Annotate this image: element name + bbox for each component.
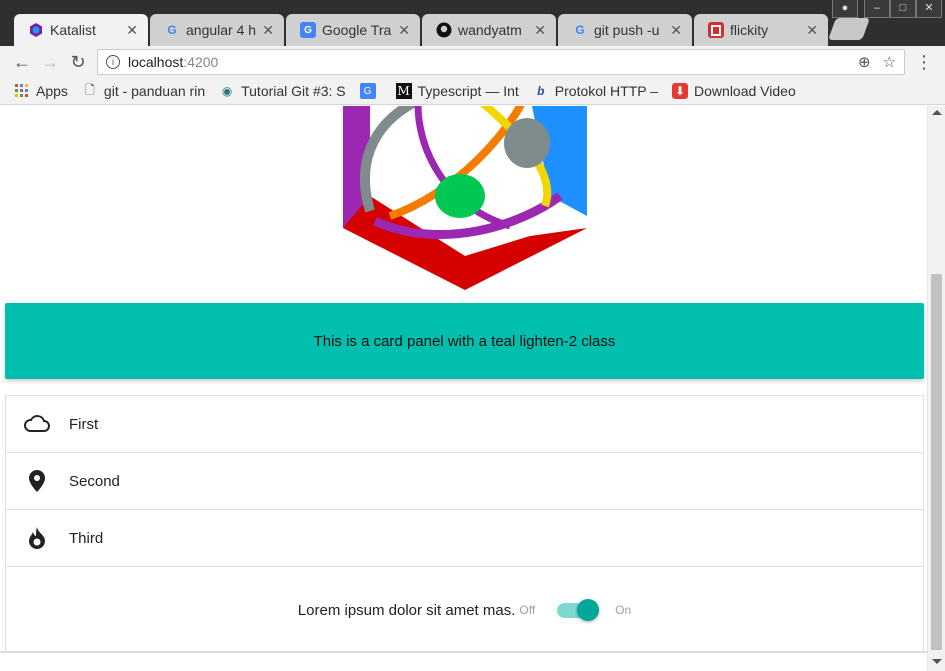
bookmark-star-icon[interactable]: ☆ <box>883 53 896 71</box>
scroll-thumb[interactable] <box>931 274 942 650</box>
apps-grid-icon <box>14 83 30 99</box>
close-icon[interactable]: ✕ <box>126 22 138 39</box>
address-bar[interactable]: i localhost:4200 ⊕ ☆ <box>97 49 905 75</box>
bookmarks-bar: Apps 🗋 git - panduan rin ◉ Tutorial Git … <box>0 78 945 105</box>
katalist-logo <box>343 106 587 290</box>
browser-toolbar: ← → ↻ i localhost:4200 ⊕ ☆ ⋮ <box>0 46 945 78</box>
page-viewport: This is a card panel with a teal lighten… <box>0 106 927 671</box>
scroll-down-arrow-icon[interactable] <box>932 659 942 664</box>
bookmark-download-video[interactable]: ⬇ Download Video <box>672 83 796 99</box>
tab-git-push[interactable]: G git push -u ✕ <box>558 14 692 46</box>
card-panel-text: This is a card panel with a teal lighten… <box>313 332 616 350</box>
tab-katalist[interactable]: Katalist ✕ <box>14 14 148 46</box>
medium-icon: M <box>395 83 412 99</box>
tab-title: Google Tra <box>322 22 392 38</box>
github-icon <box>436 22 452 38</box>
flame-icon <box>24 525 50 551</box>
zoom-icon[interactable]: ⊕ <box>858 53 871 71</box>
google-icon: G <box>575 23 585 37</box>
browser-menu-icon[interactable]: ⋮ <box>915 52 933 73</box>
google-translate-icon: G <box>359 83 376 99</box>
close-icon[interactable]: ✕ <box>398 22 410 39</box>
bookmark-protokol-http[interactable]: b Protokol HTTP – <box>533 83 658 99</box>
bookmark-label: Typescript — Int <box>417 83 519 99</box>
reload-icon[interactable]: ↻ <box>64 48 92 76</box>
cloud-icon <box>24 411 50 437</box>
list-item-label: Second <box>69 472 120 490</box>
close-icon[interactable]: ✕ <box>534 22 546 39</box>
tab-google-translate[interactable]: G Google Tra ✕ <box>286 14 420 46</box>
scroll-up-arrow-icon[interactable] <box>932 110 942 115</box>
switch-row: Lorem ipsum dolor sit amet mas. Off On <box>6 567 923 653</box>
bookmark-google-translate[interactable]: G <box>359 83 382 99</box>
globe-icon: ◉ <box>221 84 233 98</box>
bold-b-icon: b <box>537 84 545 98</box>
bookmark-label: Download Video <box>694 83 796 99</box>
window-close-icon[interactable]: ✕ <box>916 0 942 18</box>
list-item-first[interactable]: First <box>6 396 923 453</box>
bookmark-tutorial-git[interactable]: ◉ Tutorial Git #3: S <box>219 83 346 99</box>
list-item-second[interactable]: Second <box>6 453 923 510</box>
forward-arrow-icon[interactable]: → <box>36 48 64 76</box>
bookmark-label: Apps <box>36 83 68 99</box>
tab-title: wandyatm <box>458 22 522 38</box>
tab-title: Katalist <box>50 22 96 38</box>
vertical-scrollbar[interactable] <box>927 106 945 671</box>
close-icon[interactable]: ✕ <box>670 22 682 39</box>
back-arrow-icon[interactable]: ← <box>8 48 36 76</box>
switch-on-label: On <box>615 603 632 617</box>
tab-title: flickity <box>730 22 769 38</box>
katalist-logo-icon <box>28 22 44 38</box>
flickity-icon <box>708 22 724 38</box>
divider <box>0 651 927 653</box>
bookmark-typescript[interactable]: M Typescript — Int <box>395 83 519 99</box>
tab-angular[interactable]: G angular 4 h ✕ <box>150 14 284 46</box>
card-panel: This is a card panel with a teal lighten… <box>5 303 924 379</box>
browser-tab-strip: Katalist ✕ G angular 4 h ✕ G Google Tra … <box>0 0 945 46</box>
google-icon: G <box>167 23 177 37</box>
info-icon[interactable]: i <box>106 55 120 69</box>
download-icon: ⬇ <box>672 83 689 99</box>
url-port: :4200 <box>183 54 219 70</box>
location-pin-icon <box>24 468 50 494</box>
toggle-switch[interactable] <box>557 598 600 621</box>
minimize-icon[interactable]: – <box>864 0 890 18</box>
switch-description: Lorem ipsum dolor sit amet mas. <box>297 601 516 619</box>
tab-github[interactable]: wandyatm ✕ <box>422 14 556 46</box>
list-item-label: Third <box>69 529 104 547</box>
bookmark-git-panduan[interactable]: 🗋 git - panduan rin <box>82 82 206 100</box>
switch-off-label: Off <box>519 603 536 617</box>
profile-icon[interactable]: ● <box>832 0 858 18</box>
tab-flickity[interactable]: flickity ✕ <box>694 14 828 46</box>
new-tab-button[interactable] <box>827 18 871 40</box>
bookmark-label: Tutorial Git #3: S <box>241 83 346 99</box>
tab-title: git push -u <box>594 22 660 38</box>
collection-list: First Second Third Lorem ipsum dolor sit… <box>5 395 924 653</box>
url-host: localhost <box>128 54 184 70</box>
close-icon[interactable]: ✕ <box>806 22 818 39</box>
google-translate-icon: G <box>300 22 316 38</box>
toggle-knob[interactable] <box>577 598 600 621</box>
bookmark-label: git - panduan rin <box>103 83 206 99</box>
bookmark-apps[interactable]: Apps <box>14 83 68 99</box>
bookmark-label: Protokol HTTP – <box>554 83 659 99</box>
list-item-third[interactable]: Third <box>6 510 923 567</box>
close-icon[interactable]: ✕ <box>262 22 274 39</box>
tab-title: angular 4 h <box>186 22 257 38</box>
list-item-label: First <box>69 415 99 433</box>
page-icon: 🗋 <box>85 82 95 97</box>
maximize-icon[interactable]: □ <box>890 0 916 18</box>
